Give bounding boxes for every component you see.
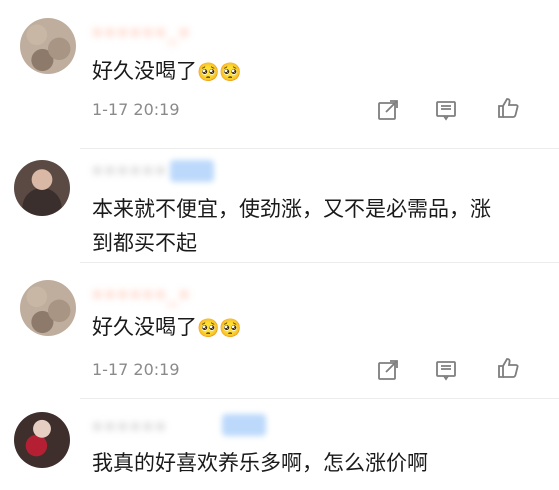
comment-text: 我真的好喜欢养乐多啊，怎么涨价啊	[92, 446, 428, 480]
avatar[interactable]	[20, 280, 76, 336]
username[interactable]: ••••••	[92, 416, 222, 438]
username[interactable]: ••••••_•	[92, 22, 232, 44]
avatar[interactable]	[14, 160, 70, 216]
comment-item: •••••• 我真的好喜欢养乐多啊，怎么涨价啊	[0, 400, 559, 490]
comment-icon[interactable]	[434, 358, 458, 382]
comment-body: 好久没喝了	[92, 59, 197, 83]
comment-text: 好久没喝了🥺🥺	[92, 310, 242, 346]
timestamp: 1-17 20:19	[92, 100, 180, 119]
username[interactable]: ••••••	[92, 160, 172, 182]
comment-item: ••••••_• 好久没喝了🥺🥺 1-17 20:19	[0, 262, 559, 400]
comment-body: 我真的好喜欢养乐多啊，怎么涨价啊	[92, 451, 428, 475]
username[interactable]: ••••••_•	[92, 284, 232, 306]
share-icon[interactable]	[376, 358, 400, 382]
comment-icon[interactable]	[434, 98, 458, 122]
badge	[170, 160, 214, 182]
share-icon[interactable]	[376, 98, 400, 122]
like-icon[interactable]	[496, 96, 520, 120]
divider	[80, 148, 559, 149]
divider	[80, 398, 559, 399]
comment-text: 好久没喝了🥺🥺	[92, 54, 242, 90]
comment-item: •••••• 本来就不便宜，使劲涨，又不是必需品，涨 到都买不起	[0, 150, 559, 262]
badge	[222, 414, 266, 436]
timestamp: 1-17 20:19	[92, 360, 180, 379]
avatar[interactable]	[14, 412, 70, 468]
comment-line: 本来就不便宜，使劲涨，又不是必需品，涨	[92, 197, 491, 221]
comment-item: ••••••_• 好久没喝了🥺🥺 1-17 20:19	[0, 0, 559, 150]
like-icon[interactable]	[496, 356, 520, 380]
emoji: 🥺🥺	[197, 62, 242, 83]
comment-body: 好久没喝了	[92, 315, 197, 339]
comment-line: 到都买不起	[92, 231, 197, 255]
avatar[interactable]	[20, 18, 76, 74]
comment-text: 本来就不便宜，使劲涨，又不是必需品，涨 到都买不起	[92, 192, 542, 260]
emoji: 🥺🥺	[197, 318, 242, 339]
